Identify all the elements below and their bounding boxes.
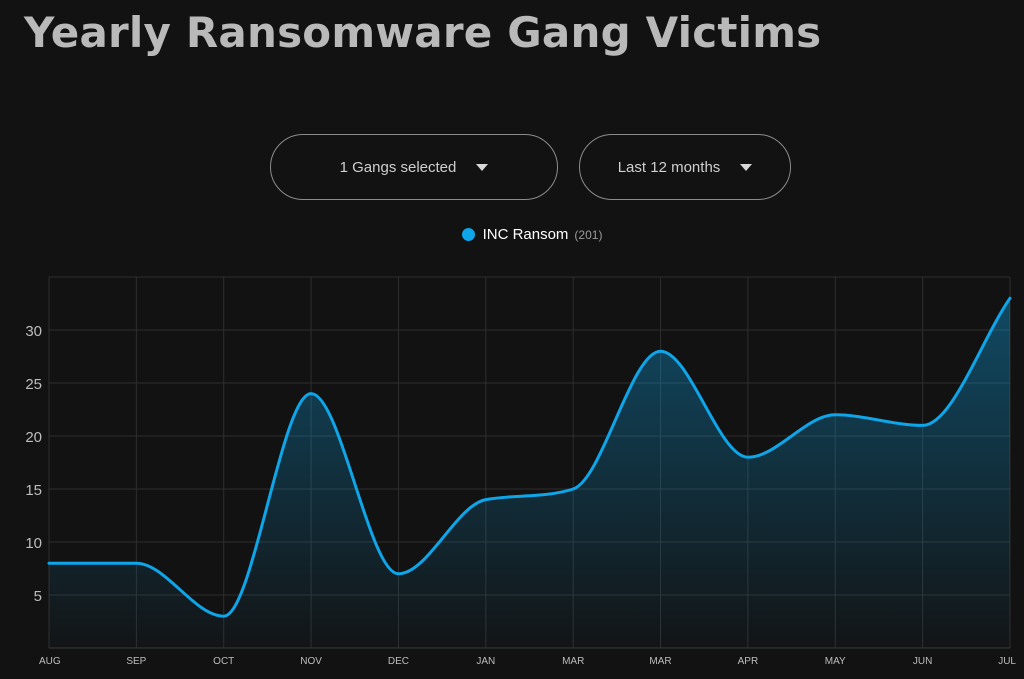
y-tick-label: 30 [25,323,42,340]
x-tick-label: OCT [213,656,234,667]
data-point[interactable] [743,452,753,462]
data-point[interactable] [481,495,491,505]
data-point[interactable] [219,611,229,621]
y-tick-label: 5 [34,588,42,605]
y-tick-label: 25 [25,376,42,393]
x-tick-label: MAY [825,656,846,667]
legend-series-total: (201) [574,227,603,242]
x-tick-label: MAR [562,656,584,667]
x-tick-label: JUN [913,656,932,667]
y-tick-label: 10 [25,535,42,552]
x-tick-label: MAR [649,656,671,667]
legend-marker[interactable] [461,228,475,241]
x-tick-label: AUG [39,656,61,667]
victims-chart: 5 10 15 20 25 30 AUG SEP OCT NOV DEC JAN MAR MAR APR MA… [25,276,1016,667]
data-point[interactable] [568,484,578,494]
caret-down-icon [740,163,753,171]
page: Yearly Ransomware Gang Victims 1 Gangs s… [0,0,1024,679]
x-tick-label: SEP [126,656,146,667]
y-tick-label: 20 [25,429,42,446]
data-point[interactable] [131,558,141,568]
x-tick-label: JAN [476,656,495,667]
x-tick-label: DEC [388,656,409,667]
gang-select-label: 1 Gangs selected [339,158,457,176]
series-line-inc-ransom[interactable] [47,296,1012,618]
data-point[interactable] [1005,293,1015,303]
data-point[interactable] [830,410,840,420]
legend-series-name[interactable]: INC Ransom [483,226,569,243]
x-tick-label: JUL [998,656,1016,667]
data-point[interactable] [918,420,928,430]
x-tick-label: NOV [300,656,322,667]
time-range-dropdown[interactable]: Last 12 months [579,134,791,200]
data-point[interactable] [656,346,666,356]
data-point[interactable] [44,558,54,568]
caret-down-icon [476,163,489,171]
page-title: Yearly Ransomware Gang Victims [24,8,822,57]
data-point[interactable] [393,569,403,579]
x-tick-label: APR [738,656,759,667]
chart-legend: INC Ransom (201) [0,226,1024,243]
gang-select-dropdown[interactable]: 1 Gangs selected [270,134,558,200]
data-point[interactable] [306,389,316,399]
time-range-label: Last 12 months [617,158,721,176]
y-tick-label: 15 [25,482,42,499]
series-area-fill [49,298,1010,648]
